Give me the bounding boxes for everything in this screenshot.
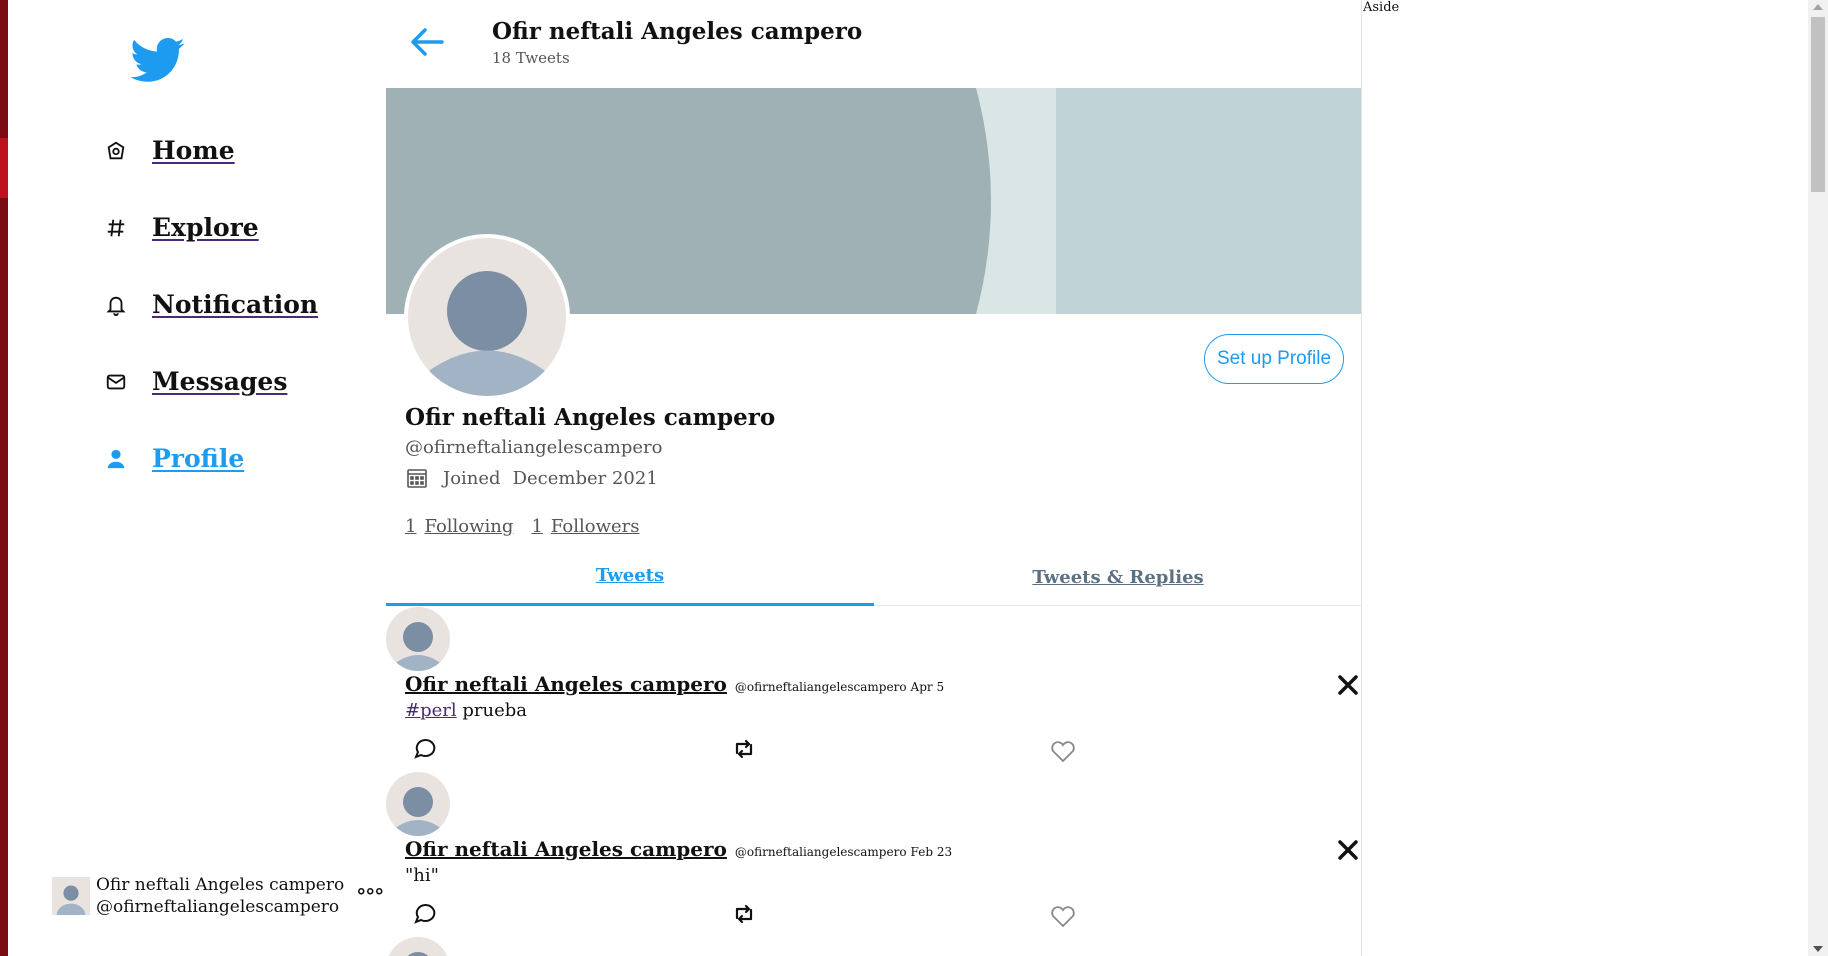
nav-explore[interactable]: Explore	[102, 213, 259, 242]
nav-profile-label: Profile	[152, 444, 245, 473]
bell-icon	[102, 291, 130, 319]
nav-explore-label: Explore	[152, 213, 259, 242]
scroll-down-arrow-icon[interactable]	[1813, 946, 1823, 952]
header-tweet-count: 18 Tweets	[492, 49, 570, 67]
account-name: Ofir neftali Angeles campero	[96, 875, 345, 895]
tab-tweets-replies[interactable]: Tweets & Replies	[874, 548, 1361, 606]
profile-stats: 1 Following 1 Followers	[405, 516, 657, 537]
more-options-icon[interactable]: °°°	[356, 884, 384, 908]
tweet-date: Feb 23	[910, 845, 953, 859]
aside-panel: Aside	[1362, 0, 1808, 956]
twitter-logo-icon[interactable]	[130, 38, 186, 84]
scroll-up-arrow-icon[interactable]	[1813, 4, 1823, 10]
calendar-icon	[407, 469, 427, 488]
home-icon	[102, 137, 130, 165]
joined-label: Joined	[443, 467, 501, 489]
like-heart-icon[interactable]	[1049, 902, 1077, 930]
setup-profile-button[interactable]: Set up Profile	[1204, 334, 1344, 384]
account-switcher[interactable]: Ofir neftali Angeles campero @ofirneftal…	[52, 874, 384, 918]
mail-icon	[102, 368, 130, 396]
tweet-avatar[interactable]	[386, 607, 450, 671]
page-scrollbar[interactable]	[1808, 0, 1828, 956]
tweet-avatar[interactable]	[386, 772, 450, 836]
tweet-handle: @ofirneftaliangelescampero	[734, 845, 907, 859]
nav-messages[interactable]: Messages	[102, 367, 287, 396]
tweet-item[interactable]: Ofir neftali Angeles campero @ofirneftal…	[386, 607, 1362, 772]
followers-link[interactable]: 1 Followers	[531, 516, 639, 537]
nav-notification-label: Notification	[152, 290, 319, 319]
delete-tweet-icon[interactable]	[1334, 836, 1362, 864]
retweet-icon[interactable]	[730, 735, 758, 763]
nav-messages-label: Messages	[152, 367, 288, 396]
nav-home-label: Home	[152, 136, 235, 165]
tweet-avatar[interactable]	[386, 937, 450, 956]
tweet-handle: @ofirneftaliangelescampero	[734, 680, 907, 694]
account-avatar	[52, 877, 90, 915]
window-edge	[0, 0, 8, 956]
nav-home[interactable]: Home	[102, 136, 235, 165]
main-column: Ofir neftali Angeles campero 18 Tweets S…	[386, 0, 1362, 956]
nav-profile[interactable]: Profile	[102, 444, 244, 473]
person-icon	[102, 445, 130, 473]
retweet-icon[interactable]	[730, 900, 758, 928]
tweet-item[interactable]: Ofir neftali Angeles campero @ofirneftal…	[386, 772, 1362, 937]
tweet-hashtag-link[interactable]: #perl	[405, 700, 457, 721]
account-handle: @ofirneftaliangelescampero	[96, 897, 340, 917]
delete-tweet-icon[interactable]	[1334, 671, 1362, 699]
tab-tweets[interactable]: Tweets	[386, 548, 874, 606]
joined-date: December 2021	[512, 467, 658, 489]
nav-notification[interactable]: Notification	[102, 290, 318, 319]
sidebar: Home Explore Notification Messages Profi…	[8, 0, 386, 956]
tweet-text: "hi"	[405, 865, 439, 886]
tweet-author-name[interactable]: Ofir neftali Angeles campero	[405, 837, 727, 861]
tweet-date: Apr 5	[910, 680, 945, 694]
back-arrow-icon[interactable]	[408, 24, 448, 60]
scrollbar-thumb[interactable]	[1811, 17, 1825, 192]
profile-tabs: Tweets Tweets & Replies	[386, 548, 1361, 606]
aside-label: Aside	[1363, 0, 1400, 15]
profile-handle: @ofirneftaliangelescampero	[405, 437, 663, 458]
profile-joined: Joined December 2021	[405, 466, 658, 490]
profile-avatar[interactable]	[404, 234, 570, 400]
tweet-text: #perl prueba	[405, 700, 527, 721]
reply-icon[interactable]	[411, 900, 439, 928]
tweet-author-name[interactable]: Ofir neftali Angeles campero	[405, 672, 727, 696]
following-link[interactable]: 1 Following	[405, 516, 513, 537]
hashtag-icon	[102, 214, 130, 242]
profile-name: Ofir neftali Angeles campero	[405, 404, 776, 431]
profile-header-bar: Ofir neftali Angeles campero 18 Tweets	[386, 0, 1361, 88]
header-title: Ofir neftali Angeles campero	[492, 18, 863, 45]
reply-icon[interactable]	[411, 735, 439, 763]
like-heart-icon[interactable]	[1049, 737, 1077, 765]
